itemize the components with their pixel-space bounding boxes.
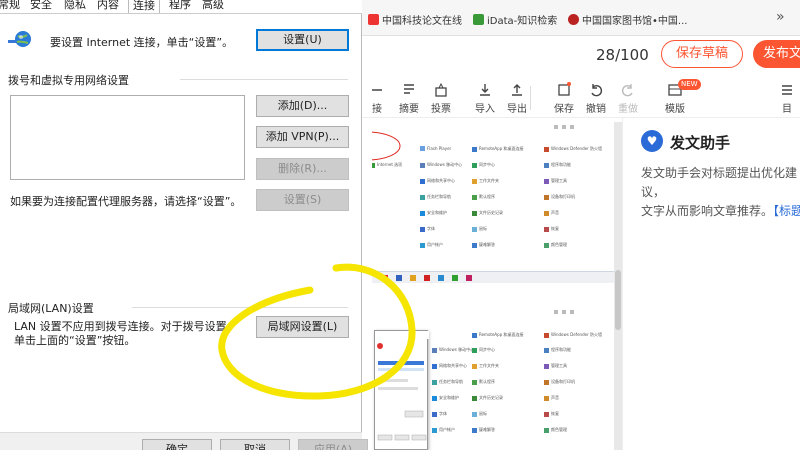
assistant-description: 发文助手会对标题提出优化建议， 文字从而影响文章推荐。【标题 xyxy=(641,164,800,221)
lan-instruction: LAN 设置不应用到拨号连接。对于拨号设置，单击上面的“设置”按钮。 xyxy=(14,320,238,347)
bookmark-label: 中国科技论文在线 xyxy=(382,16,462,27)
add-button[interactable]: 添加(D)... xyxy=(256,95,349,117)
import-icon xyxy=(480,84,490,96)
screenshot-dialog-decor xyxy=(375,331,429,441)
taskbar-icon xyxy=(438,275,444,281)
taskbar-icon xyxy=(452,275,458,281)
setup-instruction: 要设置 Internet 连接，单击“设置”。 xyxy=(50,36,234,49)
new-badge: NEW xyxy=(678,79,701,90)
writing-assistant-panel: ♥ 发文助手 发文助手会对标题提出优化建议， 文字从而影响文章推荐。【标题 xyxy=(622,118,800,450)
group-divider xyxy=(132,307,348,308)
bookmark-label: iData-知识检索 xyxy=(487,16,558,27)
bookmark-icon xyxy=(568,14,579,25)
summary-icon xyxy=(404,84,414,94)
tab-content[interactable]: 内容 xyxy=(93,0,123,13)
setup-button[interactable]: 设置(U) xyxy=(256,29,349,51)
editor-toolbar: 接 摘要 投票 导入 导出 保存 撤销 重做 模版 NEW 目 xyxy=(360,76,800,118)
control-panel-decor xyxy=(372,125,574,161)
taskbar-icon xyxy=(466,275,472,281)
cancel-button[interactable]: 取消 xyxy=(220,439,290,450)
tab-advanced[interactable]: 高级 xyxy=(198,0,228,13)
apply-button: 应用(A) xyxy=(298,439,368,450)
bookmark-icon xyxy=(368,14,379,25)
group-divider xyxy=(180,79,348,80)
delete-button: 删除(R)... xyxy=(256,158,349,180)
taskbar-icon xyxy=(410,275,416,281)
toolbar-export[interactable]: 导出 xyxy=(502,82,532,115)
toolbar-toc[interactable]: 目 xyxy=(772,82,800,115)
scrollbar-thumb[interactable] xyxy=(615,270,621,330)
toolbar-save[interactable]: 保存 xyxy=(549,82,579,115)
bookmark-nlc[interactable]: 中国国家图书馆•中国... xyxy=(568,12,687,27)
screen: 中国科技论文在线 iData-知识检索 中国国家图书馆•中国... » 28/1… xyxy=(0,0,800,450)
vote-icon xyxy=(435,82,447,97)
taskbar-icon xyxy=(382,275,388,281)
screenshot-taskbar xyxy=(372,271,622,283)
proxy-settings-button: 设置(S) xyxy=(256,189,349,211)
toolbar-redo[interactable]: 重做 xyxy=(613,82,643,115)
bookmark-icon xyxy=(473,14,484,25)
undo-icon xyxy=(591,84,603,97)
dialup-group-label: 拨号和虚拟专用网络设置 xyxy=(8,74,129,87)
tab-privacy[interactable]: 隐私 xyxy=(60,0,90,13)
bookmarks-bar: 中国科技论文在线 iData-知识检索 中国国家图书馆•中国... » xyxy=(360,0,800,36)
taskbar-icon xyxy=(424,275,430,281)
dialog-footer: 确定 取消 应用(A) xyxy=(0,432,368,450)
toolbar-import[interactable]: 导入 xyxy=(470,82,500,115)
screenshot-dialog xyxy=(374,330,429,450)
toc-icon xyxy=(782,85,792,95)
bookmark-idata[interactable]: iData-知识检索 xyxy=(473,12,557,27)
ok-button[interactable]: 确定 xyxy=(142,439,212,450)
control-panel-screenshot: Flash Player RemoteApp 和桌面连接 Windows Def… xyxy=(372,122,621,272)
assistant-title: 发文助手 xyxy=(670,134,731,152)
toolbar-link[interactable]: 接 xyxy=(362,82,392,115)
redo-icon xyxy=(621,84,633,97)
dialog-tabs: 常规 安全 隐私 内容 连接 程序 高级 xyxy=(0,0,362,14)
lan-group-label: 局域网(LAN)设置 xyxy=(8,302,94,315)
export-icon xyxy=(512,84,522,96)
taskbar-icon xyxy=(396,275,402,281)
save-draft-button[interactable]: 保存草稿 xyxy=(661,40,743,68)
add-vpn-button[interactable]: 添加 VPN(P)... xyxy=(256,126,349,148)
bookmark-cstpcd[interactable]: 中国科技论文在线 xyxy=(368,12,462,27)
proxy-instruction: 如果要为连接配置代理服务器，请选择“设置”。 xyxy=(10,195,242,208)
toolbar-undo[interactable]: 撤销 xyxy=(581,82,611,115)
save-icon xyxy=(558,82,571,96)
tab-security[interactable]: 安全 xyxy=(26,0,56,13)
bookmark-label: 中国国家图书馆•中国... xyxy=(582,16,688,27)
tab-general[interactable]: 常规 xyxy=(0,0,24,13)
lan-settings-button[interactable]: 局域网设置(L) xyxy=(256,316,349,338)
title-word-count: 28/100 xyxy=(596,46,649,64)
toolbar-summary[interactable]: 摘要 xyxy=(394,82,424,115)
internet-properties-dialog: 常规 安全 隐私 内容 连接 程序 高级 要设置 Internet 连接，单击“… xyxy=(0,0,368,450)
globe-network-icon xyxy=(8,31,31,47)
publish-button[interactable]: 发布文 xyxy=(753,40,800,68)
browser-window: 中国科技论文在线 iData-知识检索 中国国家图书馆•中国... » 28/1… xyxy=(360,0,800,450)
tab-programs[interactable]: 程序 xyxy=(165,0,195,13)
link-icon xyxy=(372,89,382,91)
bookmarks-more-icon[interactable]: » xyxy=(776,9,785,25)
connection-list[interactable] xyxy=(10,95,245,180)
toolbar-vote[interactable]: 投票 xyxy=(426,82,456,115)
assistant-heart-icon: ♥ xyxy=(641,130,663,152)
assistant-link[interactable]: 【标题 xyxy=(773,204,800,218)
tab-connections[interactable]: 连接 xyxy=(128,0,160,13)
